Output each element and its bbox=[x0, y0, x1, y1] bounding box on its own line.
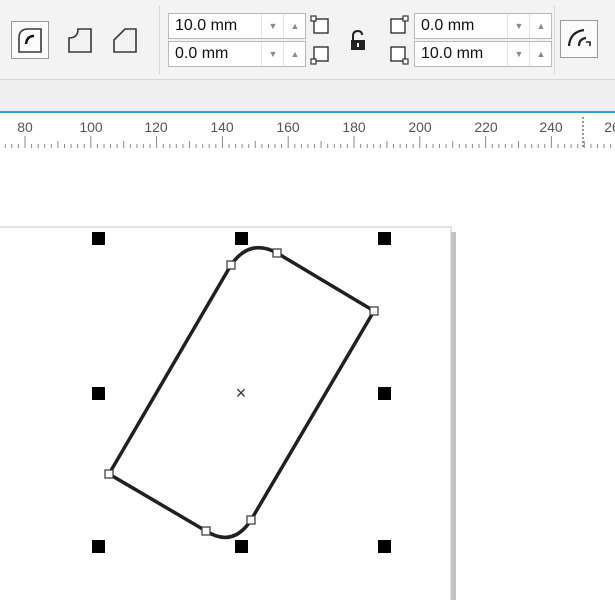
toolbar-separator bbox=[554, 6, 555, 74]
increment-arrow-icon[interactable]: ▲ bbox=[529, 14, 552, 38]
corner-radius-bottom-left-field[interactable]: ▼ ▲ bbox=[168, 41, 306, 67]
corner-radius-top-right-field[interactable]: ▼ ▲ bbox=[414, 13, 552, 39]
ruler-label: 180 bbox=[342, 119, 366, 135]
decrement-arrow-icon[interactable]: ▼ bbox=[507, 42, 530, 66]
selection-handle-top[interactable] bbox=[235, 232, 248, 245]
horizontal-ruler[interactable]: 80 100 120 140 160 180 200 220 240 26 bbox=[0, 113, 615, 148]
round-corner-button[interactable] bbox=[11, 21, 49, 59]
ruler-label: 26 bbox=[604, 119, 615, 135]
toolbar-separator bbox=[159, 6, 160, 74]
corner-radius-bottom-right-input[interactable] bbox=[415, 42, 507, 66]
ruler-label: 240 bbox=[539, 119, 563, 135]
document-tab-bar bbox=[0, 80, 615, 113]
ruler-label: 120 bbox=[144, 119, 168, 135]
increment-arrow-icon[interactable]: ▲ bbox=[283, 14, 306, 38]
selection-handle-bottom-right[interactable] bbox=[378, 540, 391, 553]
page-shadow bbox=[451, 232, 456, 600]
corner-radius-bottom-right-field[interactable]: ▼ ▲ bbox=[414, 41, 552, 67]
node-handle[interactable] bbox=[272, 248, 282, 258]
node-handle[interactable] bbox=[369, 306, 379, 316]
decrement-arrow-icon[interactable]: ▼ bbox=[261, 14, 284, 38]
ruler-label: 200 bbox=[408, 119, 432, 135]
drawing-canvas[interactable]: × bbox=[0, 148, 615, 600]
corner-radius-top-right-input[interactable] bbox=[415, 14, 507, 38]
lock-unlocked-icon[interactable] bbox=[348, 30, 368, 52]
node-handle[interactable] bbox=[201, 526, 211, 536]
decrement-arrow-icon[interactable]: ▼ bbox=[261, 42, 284, 66]
ruler-label: 100 bbox=[79, 119, 103, 135]
increment-arrow-icon[interactable]: ▲ bbox=[529, 42, 552, 66]
node-handle[interactable] bbox=[246, 515, 256, 525]
increment-arrow-icon[interactable]: ▲ bbox=[283, 42, 306, 66]
node-handle[interactable] bbox=[104, 469, 114, 479]
chamfered-corner-button[interactable] bbox=[106, 21, 144, 59]
ruler-label: 140 bbox=[210, 119, 234, 135]
scalloped-corner-icon bbox=[68, 28, 92, 53]
node-handle[interactable] bbox=[226, 260, 236, 270]
top-left-corner-icon bbox=[310, 15, 329, 34]
selection-handle-bottom[interactable] bbox=[235, 540, 248, 553]
property-bar: ▼ ▲ ▼ ▲ ▼ ▲ ▼ ▲ bbox=[0, 0, 615, 80]
round-corner-icon bbox=[18, 28, 42, 53]
corner-radius-top-left-field[interactable]: ▼ ▲ bbox=[168, 13, 306, 39]
corner-radius-bottom-left-input[interactable] bbox=[169, 42, 261, 66]
bottom-left-corner-icon bbox=[310, 46, 329, 65]
top-right-corner-icon bbox=[390, 15, 409, 34]
selection-handle-left[interactable] bbox=[92, 387, 105, 400]
selection-handle-top-right[interactable] bbox=[378, 232, 391, 245]
selection-handle-right[interactable] bbox=[378, 387, 391, 400]
ruler-label: 160 bbox=[276, 119, 300, 135]
bottom-right-corner-icon bbox=[390, 46, 409, 65]
corner-radius-top-left-input[interactable] bbox=[169, 14, 261, 38]
decrement-arrow-icon[interactable]: ▼ bbox=[507, 14, 530, 38]
relative-corner-scaling-button[interactable] bbox=[560, 20, 598, 58]
ruler-label: 80 bbox=[17, 119, 33, 135]
ruler-label: 220 bbox=[474, 119, 498, 135]
scalloped-corner-button[interactable] bbox=[61, 21, 99, 59]
selection-handle-bottom-left[interactable] bbox=[92, 540, 105, 553]
relative-corner-scaling-icon bbox=[567, 28, 591, 47]
chamfered-corner-icon bbox=[113, 28, 137, 53]
selection-handle-top-left[interactable] bbox=[92, 232, 105, 245]
center-marker: × bbox=[236, 383, 247, 403]
